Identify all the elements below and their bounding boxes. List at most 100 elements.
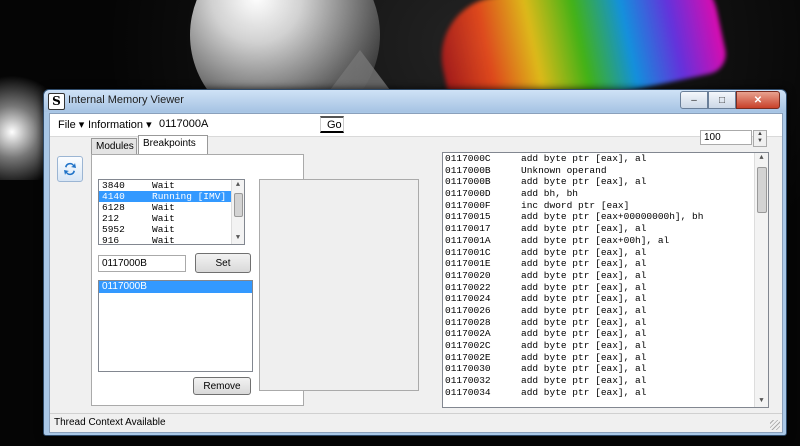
tab-modules[interactable]: Modules [91, 138, 137, 154]
disassembly-row[interactable]: 0117000F inc dword ptr [eax] [443, 200, 768, 212]
disasm-address: 0117002C [445, 340, 491, 351]
scroll-down-icon[interactable]: ▼ [232, 233, 244, 244]
disasm-instruction: add byte ptr [eax], al [521, 223, 647, 235]
disasm-instruction: add byte ptr [eax+00h], al [521, 234, 670, 246]
breakpoint-list[interactable]: 0117000B [98, 280, 253, 372]
disassembly-scrollbar[interactable]: ▲ ▼ [754, 153, 768, 407]
disassembly-row[interactable]: 0117000B Unknown operand [443, 165, 768, 177]
thread-state: Wait [152, 224, 175, 235]
close-button[interactable]: ✕ [736, 91, 780, 109]
disassembly-row[interactable]: 0117001E add byte ptr [eax], al [443, 258, 768, 270]
disasm-address: 01170034 [445, 386, 491, 398]
thread-row[interactable]: 4140 Running [IMV] [99, 191, 244, 202]
disassembly-row[interactable]: 0117000D add bh, bh [443, 188, 768, 200]
disassembly-row[interactable]: 01170017 add byte ptr [eax], al [443, 223, 768, 235]
breakpoint-address-input[interactable] [98, 255, 186, 272]
thread-id: 212 [102, 213, 120, 224]
disassembly-row[interactable]: 01170032 add byte ptr [eax], al [443, 375, 768, 387]
disasm-address: 0117000F [445, 199, 491, 211]
thread-row[interactable]: 916 Wait [99, 235, 244, 244]
menu-information[interactable]: Information ▾ [88, 118, 152, 131]
list-item[interactable]: 0117000B [99, 281, 252, 293]
go-button[interactable]: Go [320, 116, 344, 133]
disassembly-row[interactable]: 01170028 add byte ptr [eax], al [443, 317, 768, 329]
resize-grip-icon[interactable] [770, 420, 780, 430]
disassembly-row[interactable]: 0117000B add byte ptr [eax], al [443, 176, 768, 188]
disasm-instruction: add byte ptr [eax], al [521, 304, 647, 316]
disassembly-row[interactable]: 01170034 add byte ptr [eax], al [443, 387, 768, 399]
disassembly-row[interactable]: 0117002E add byte ptr [eax], al [443, 352, 768, 364]
line-count-input[interactable] [700, 130, 752, 145]
breakpoints-panel: 3840 Wait 4140 Running [IMV] 6128 Wait 212 W… [91, 154, 419, 406]
disassembly-row[interactable]: 01170022 add byte ptr [eax], al [443, 282, 768, 294]
thread-row[interactable]: 212 Wait [99, 213, 244, 224]
remove-breakpoint-button[interactable]: Remove [193, 377, 251, 395]
disasm-instruction: add bh, bh [521, 188, 579, 200]
disasm-address: 01170026 [445, 304, 491, 316]
disasm-instruction: add byte ptr [eax], al [521, 153, 647, 164]
stepper-down-icon[interactable]: ▼ [754, 138, 766, 145]
disasm-instruction: inc dword ptr [eax] [521, 199, 630, 211]
window-title: Internal Memory Viewer [68, 94, 184, 106]
stepper-up-icon[interactable]: ▲ [754, 131, 766, 138]
disasm-instruction: add byte ptr [eax], al [521, 246, 647, 258]
set-breakpoint-button[interactable]: Set [195, 253, 251, 273]
disasm-instruction: add byte ptr [eax], al [521, 386, 647, 398]
address-input[interactable] [155, 116, 315, 132]
app-s-icon[interactable]: S [48, 93, 65, 110]
disasm-address: 01170024 [445, 293, 491, 305]
thread-row[interactable]: 3840 Wait [99, 180, 244, 191]
disasm-instruction: add byte ptr [eax], al [521, 328, 647, 340]
disassembly-row[interactable]: 0117001A add byte ptr [eax+00h], al [443, 235, 768, 247]
tab-breakpoints[interactable]: Breakpoints [138, 135, 208, 154]
disassembly-row[interactable]: 0117001C add byte ptr [eax], al [443, 247, 768, 259]
minimize-button[interactable]: – [680, 91, 708, 109]
thread-state: Running [IMV] [152, 191, 227, 202]
disassembly-row[interactable]: 01170020 add byte ptr [eax], al [443, 270, 768, 282]
thread-row[interactable]: 6128 Wait [99, 202, 244, 213]
caption-buttons: – □ ✕ [680, 91, 780, 109]
disasm-address: 0117000C [445, 153, 491, 164]
disasm-instruction: add byte ptr [eax], al [521, 340, 647, 351]
memory-viewer-window: S Internal Memory Viewer – □ ✕ File ▾ In… [43, 89, 787, 436]
menu-information-label: Information [88, 119, 144, 131]
refresh-button[interactable] [57, 156, 83, 182]
scroll-down-icon[interactable]: ▼ [755, 396, 768, 407]
disassembly-row[interactable]: 0117000C add byte ptr [eax], al [443, 153, 768, 165]
thread-state: Wait [152, 180, 175, 191]
disasm-instruction: add byte ptr [eax], al [521, 316, 647, 328]
scroll-up-icon[interactable]: ▲ [755, 153, 768, 164]
disasm-instruction: add byte ptr [eax], al [521, 375, 647, 387]
thread-id: 6128 [102, 202, 125, 213]
disasm-instruction: add byte ptr [eax+00000000h], bh [521, 211, 704, 223]
thread-list-scrollbar[interactable]: ▲ ▼ [231, 180, 244, 244]
disasm-address: 0117002E [445, 351, 491, 363]
disassembly-row[interactable]: 01170030 add byte ptr [eax], al [443, 363, 768, 375]
disasm-address: 0117000B [445, 176, 491, 188]
disassembly-row[interactable]: 01170015 add byte ptr [eax+00000000h], bh [443, 211, 768, 223]
disassembly-row[interactable]: 0117002A add byte ptr [eax], al [443, 328, 768, 340]
disassembly-row[interactable]: 01170024 add byte ptr [eax], al [443, 293, 768, 305]
line-count-stepper[interactable]: ▲ ▼ [753, 130, 767, 147]
thread-list[interactable]: 3840 Wait 4140 Running [IMV] 6128 Wait 212 W… [98, 179, 245, 245]
chevron-down-icon: ▾ [146, 119, 152, 131]
disasm-instruction: add byte ptr [eax], al [521, 176, 647, 188]
scroll-up-icon[interactable]: ▲ [232, 180, 244, 191]
menu-file-label: File [58, 119, 76, 131]
menu-file[interactable]: File ▾ [58, 118, 84, 131]
title-bar[interactable]: S Internal Memory Viewer – □ ✕ [44, 90, 786, 112]
scroll-thumb[interactable] [234, 193, 243, 217]
disasm-instruction: add byte ptr [eax], al [521, 258, 647, 270]
disassembly-row[interactable]: 01170026 add byte ptr [eax], al [443, 305, 768, 317]
disasm-address: 01170032 [445, 375, 491, 387]
disasm-instruction: add byte ptr [eax], al [521, 351, 647, 363]
thread-row[interactable]: 5952 Wait [99, 224, 244, 235]
disassembly-view[interactable]: 0117000C add byte ptr [eax], al 0117000B U… [442, 152, 769, 408]
maximize-button[interactable]: □ [708, 91, 736, 109]
disasm-address: 0117002A [445, 328, 491, 340]
disassembly-row[interactable]: 0117002C add byte ptr [eax], al [443, 340, 768, 352]
disasm-address: 0117001C [445, 246, 491, 258]
scroll-thumb[interactable] [757, 167, 767, 213]
window-client: File ▾ Information ▾ Go Modules Breakpoi… [49, 113, 783, 433]
disasm-address: 01170022 [445, 281, 491, 293]
